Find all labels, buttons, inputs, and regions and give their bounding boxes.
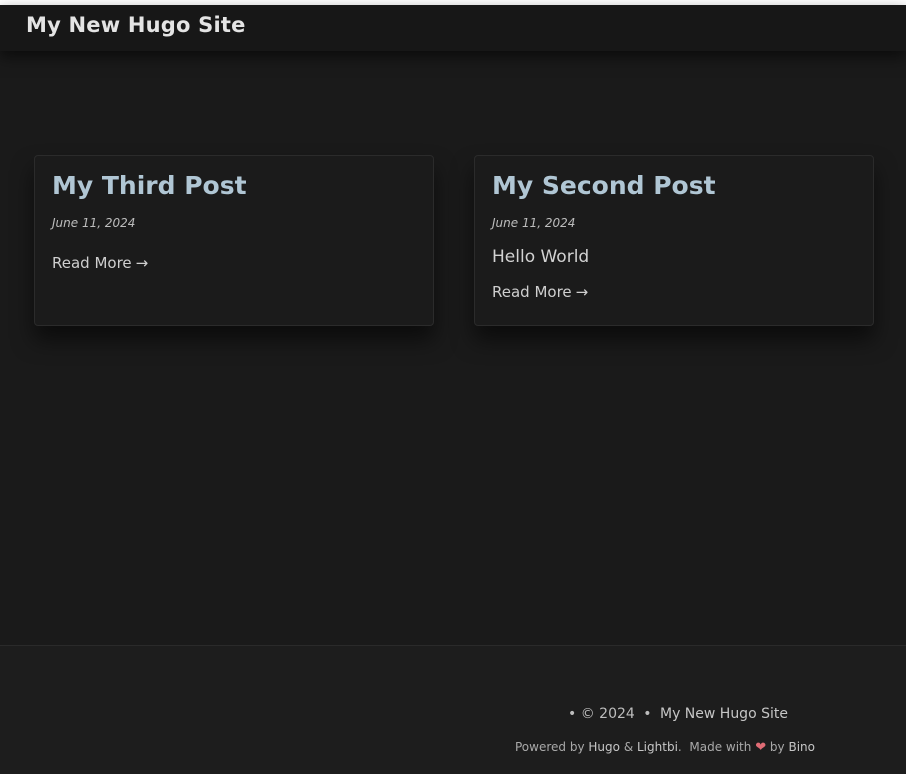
read-more-link[interactable]: Read More → bbox=[492, 283, 588, 301]
footer-bullet: • bbox=[568, 706, 577, 722]
navbar: My New Hugo Site bbox=[0, 5, 906, 51]
by-text: by bbox=[769, 740, 785, 754]
made-with-text: Made with bbox=[689, 740, 752, 754]
post-title-link[interactable]: My Second Post bbox=[492, 171, 716, 200]
footer-credits: Powered by Hugo & Lightbi. Made with ❤ b… bbox=[515, 740, 815, 755]
read-more-link[interactable]: Read More → bbox=[52, 254, 148, 272]
heart-icon: ❤ bbox=[755, 740, 767, 755]
footer-separator: • bbox=[643, 706, 652, 722]
footer-site-link[interactable]: My New Hugo Site bbox=[660, 706, 788, 722]
copyright-text: © 2024 bbox=[580, 706, 635, 722]
arrow-right-icon: → bbox=[135, 254, 149, 272]
period-text: . bbox=[677, 740, 682, 754]
site-title-link[interactable]: My New Hugo Site bbox=[26, 13, 246, 37]
post-title-link[interactable]: My Third Post bbox=[52, 171, 247, 200]
hugo-link[interactable]: Hugo bbox=[588, 740, 620, 754]
post-summary: Hello World bbox=[492, 247, 590, 267]
amp-text: & bbox=[623, 740, 634, 754]
powered-by-text: Powered by bbox=[515, 740, 585, 754]
post-date: June 11, 2024 bbox=[52, 216, 136, 230]
footer-copyright: • © 2024 • My New Hugo Site bbox=[568, 706, 788, 722]
read-more-label: Read More bbox=[52, 254, 132, 272]
post-date: June 11, 2024 bbox=[492, 216, 576, 230]
footer: • © 2024 • My New Hugo Site Powered by H… bbox=[0, 645, 906, 774]
lightbi-link[interactable]: Lightbi bbox=[637, 740, 678, 754]
read-more-label: Read More bbox=[492, 283, 572, 301]
post-card: My Second Post June 11, 2024 Hello World… bbox=[474, 155, 874, 326]
arrow-right-icon: → bbox=[575, 283, 589, 301]
author-link[interactable]: Bino bbox=[788, 740, 815, 754]
post-card: My Third Post June 11, 2024 Read More → bbox=[34, 155, 434, 326]
